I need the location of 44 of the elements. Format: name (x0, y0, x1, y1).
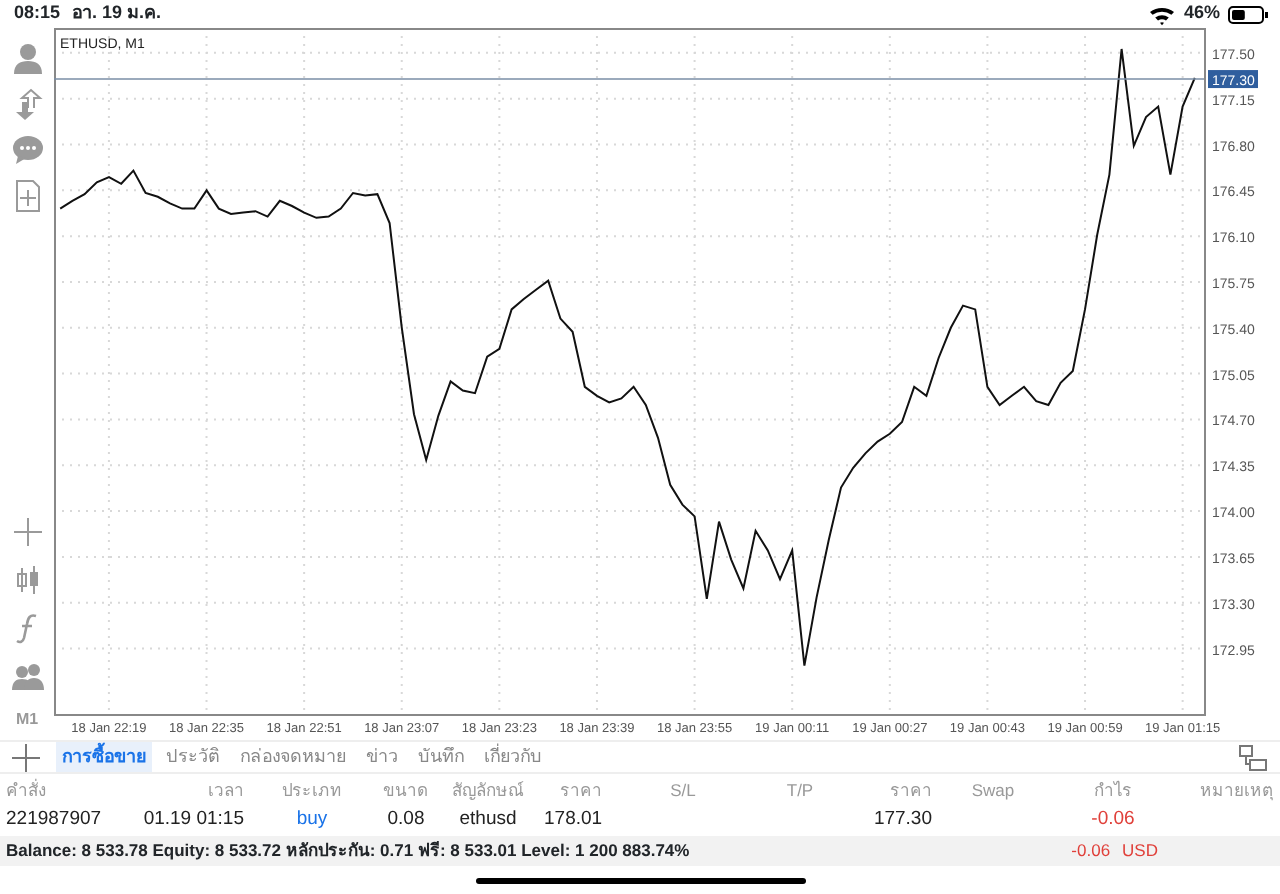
tab[interactable]: บันทึก (412, 741, 470, 773)
chat-icon[interactable] (11, 134, 43, 166)
crosshair-icon[interactable] (11, 516, 43, 548)
tab[interactable]: ประวัติ (160, 741, 226, 773)
timeframe-label[interactable]: M1 (15, 708, 39, 732)
add-icon[interactable] (12, 743, 40, 771)
column-header: สัญลักษณ์ (450, 777, 526, 803)
person-icon[interactable] (11, 42, 43, 74)
candlestick-icon[interactable] (11, 564, 43, 596)
status-time: 08:15 (14, 0, 61, 27)
add-document-icon[interactable] (11, 180, 43, 212)
table-cell-text: ethusd (457, 806, 519, 835)
battery-icon (1228, 5, 1268, 23)
account-summary: Balance: 8 533.78 Equity: 8 533.72 หลักประกัน: 0.71 ฟรี: 8 533.01 Level: 1 200 883.74% (6, 838, 692, 864)
tab[interactable]: กล่องจดหมาย (234, 741, 352, 773)
column-header: ราคา (888, 777, 934, 803)
column-header: หมายเหตุ (1198, 777, 1276, 803)
column-header: T/P (784, 777, 816, 803)
people-icon[interactable] (11, 660, 43, 692)
status-date: อา. 19 ม.ค. (72, 0, 162, 27)
currency-label: USD (1122, 838, 1158, 864)
layout-icon[interactable] (1238, 743, 1268, 771)
column-header: ราคา (558, 777, 604, 803)
wifi-icon (1147, 2, 1176, 26)
arrows-icon[interactable] (11, 88, 43, 120)
tab[interactable]: เกี่ยวกับ (478, 741, 548, 773)
column-header: Swap (969, 777, 1017, 803)
column-header: ขนาด (381, 777, 431, 803)
column-header: S/L (668, 777, 698, 803)
table-cell-text: -0.06 (1089, 806, 1137, 835)
battery-percent: 46% (1183, 0, 1220, 27)
total-profit: -0.06 (1071, 838, 1111, 864)
table-cell-text: 01.19 01:15 (141, 806, 246, 835)
table-cell-text: 177.30 (871, 806, 934, 835)
table-cell[interactable]: buy (250, 806, 374, 836)
tab[interactable]: การซื้อขาย (56, 741, 152, 773)
table-cell-text: 178.01 (542, 806, 605, 835)
column-header: กำไร (1092, 777, 1134, 803)
column-header: ประเภท (280, 777, 344, 803)
table-cell-text: 221987907 (4, 806, 104, 835)
column-header: คำสั่ง (4, 777, 48, 803)
column-header: เวลา (206, 777, 246, 803)
table-cell-text: 0.08 (385, 806, 427, 835)
tab[interactable]: ข่าว (360, 741, 404, 773)
